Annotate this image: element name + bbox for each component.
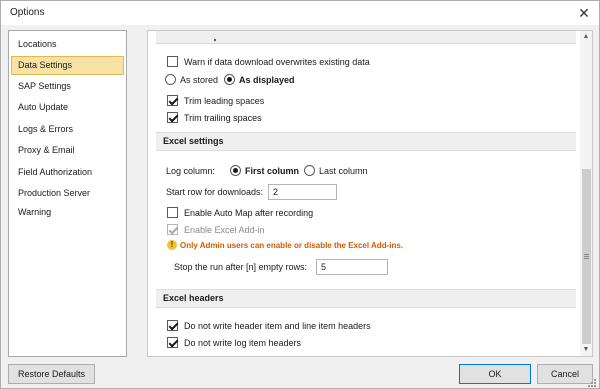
vertical-scrollbar[interactable]: ▲ ▼ [580,31,592,356]
as-displayed-label: As displayed [239,75,295,85]
scroll-down-icon[interactable]: ▼ [580,344,592,356]
sidebar-item-sap-settings[interactable]: SAP Settings [11,77,124,96]
close-icon[interactable]: ✕ [572,3,596,23]
data-download-section-header [156,31,576,44]
stop-run-label: Stop the run after [n] empty rows: [174,262,308,272]
sidebar-item-proxy-email[interactable]: Proxy & Email [11,141,124,160]
options-window: Options ✕ Locations Data Settings SAP Se… [0,0,600,389]
sidebar-item-production-server-warning[interactable]: Production Server Warning [11,184,124,217]
first-column-label: First column [245,166,300,176]
warn-overwrite-label: Warn if data download overwrites existin… [184,57,370,67]
ok-button[interactable]: OK [459,364,531,384]
trim-leading-checkbox[interactable] [167,95,178,106]
window-title: Options [10,7,45,18]
admin-note: Only Admin users can enable or disable t… [180,241,404,250]
sidebar-item-auto-update[interactable]: Auto Update [11,98,124,117]
category-list: Locations Data Settings SAP Settings Aut… [8,30,127,357]
scroll-thumb[interactable] [582,169,591,344]
restore-defaults-button[interactable]: Restore Defaults [8,364,95,384]
no-header-item-checkbox[interactable] [167,320,178,331]
auto-map-label: Enable Auto Map after recording [184,208,314,218]
no-log-item-checkbox[interactable] [167,337,178,348]
warning-icon: ! [167,240,177,250]
cancel-button[interactable]: Cancel [537,364,593,384]
no-header-item-label: Do not write header item and line item h… [184,321,371,331]
excel-settings-header: Excel settings [156,132,576,151]
title-bar: Options ✕ [1,1,599,25]
stop-run-input[interactable]: 5 [316,259,388,275]
trim-trailing-checkbox[interactable] [167,112,178,123]
sidebar-item-locations[interactable]: Locations [11,35,124,54]
excel-addin-checkbox[interactable] [167,224,178,235]
resize-grip-icon[interactable] [587,378,597,388]
excel-addin-label: Enable Excel Add-in [184,225,265,235]
last-column-label: Last column [319,166,368,176]
start-row-label: Start row for downloads: [166,187,264,197]
as-stored-label: As stored [180,75,219,85]
last-column-radio[interactable] [304,165,315,176]
scroll-up-icon[interactable]: ▲ [580,31,592,43]
excel-headers-header: Excel headers [156,289,576,308]
sidebar-item-logs-errors[interactable]: Logs & Errors [11,120,124,139]
as-displayed-radio[interactable] [224,74,235,85]
warn-overwrite-checkbox[interactable] [167,56,178,67]
first-column-radio[interactable] [230,165,241,176]
no-log-item-label: Do not write log item headers [184,338,302,348]
trim-leading-label: Trim leading spaces [184,96,265,106]
sidebar-item-field-authorization[interactable]: Field Authorization [11,163,124,182]
start-row-input[interactable]: 2 [268,184,337,200]
log-column-label: Log column: [166,166,216,176]
settings-panel: Warn if data download overwrites existin… [147,30,593,357]
trim-trailing-label: Trim trailing spaces [184,113,262,123]
sidebar-item-data-settings[interactable]: Data Settings [11,56,124,75]
auto-map-checkbox[interactable] [167,207,178,218]
as-stored-radio[interactable] [165,74,176,85]
